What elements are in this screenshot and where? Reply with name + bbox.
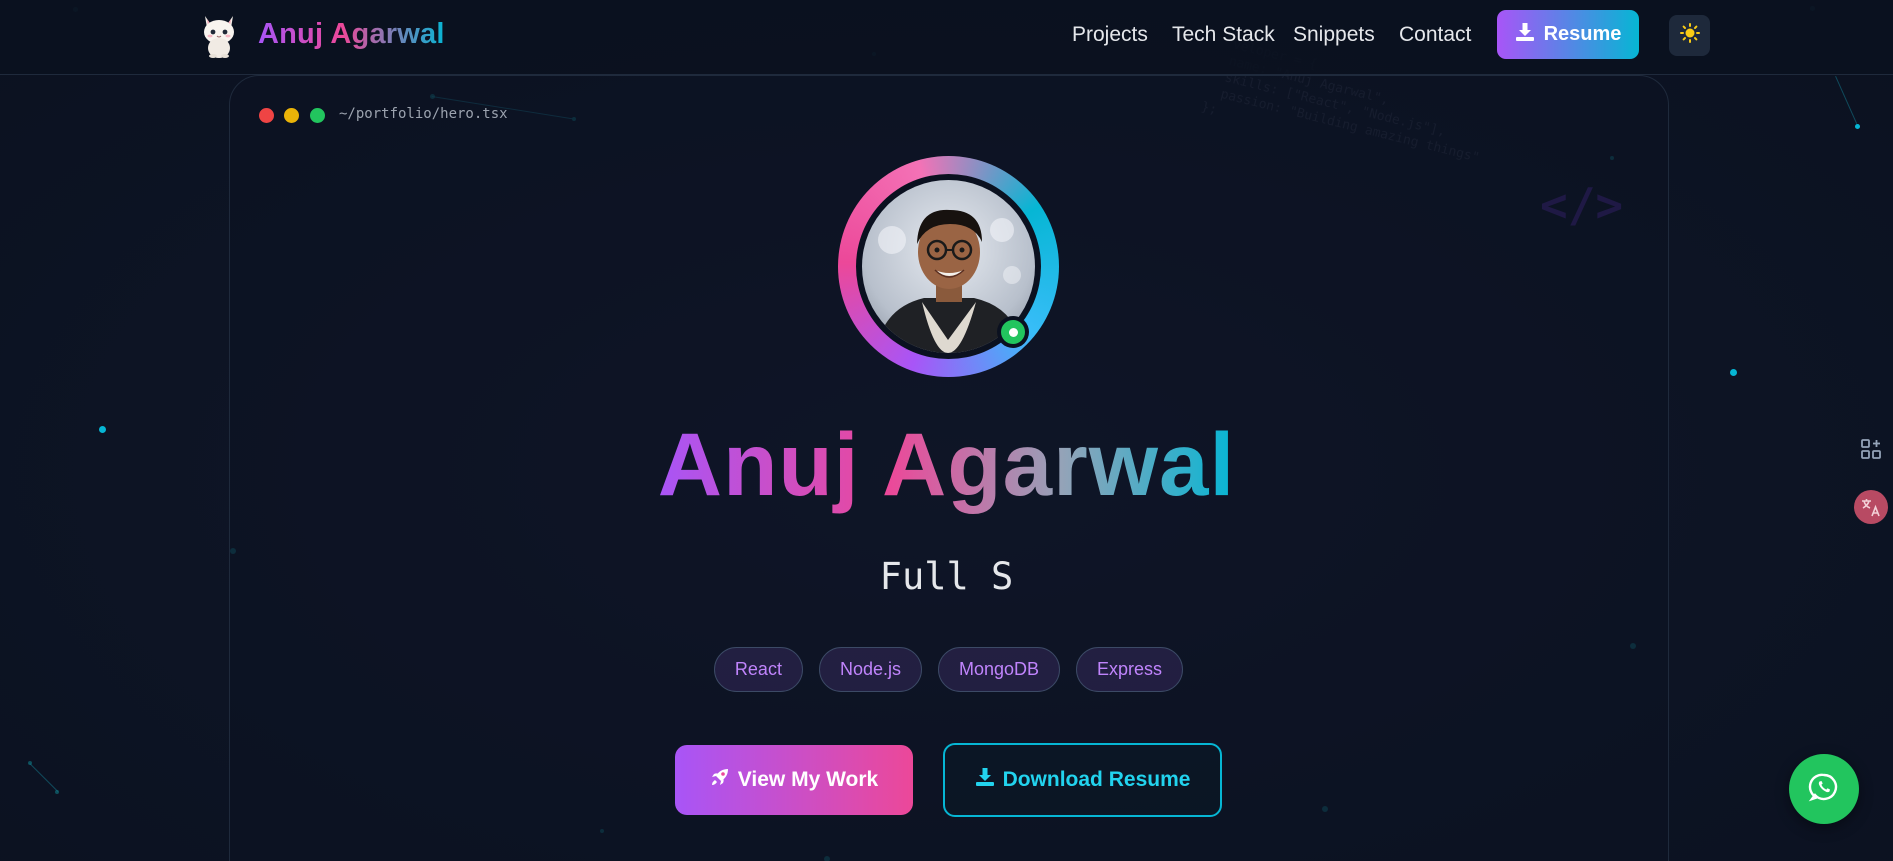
nav-link-snippets[interactable]: Snippets	[1293, 23, 1375, 47]
bg-connector-line	[29, 763, 59, 792]
cat-logo-icon[interactable]	[199, 12, 239, 58]
nav-link-tech-stack[interactable]: Tech Stack	[1172, 23, 1275, 47]
whatsapp-chat-button[interactable]	[1789, 754, 1859, 824]
resume-button[interactable]: Resume	[1497, 10, 1639, 59]
avatar-ring	[838, 156, 1059, 377]
view-my-work-button[interactable]: View My Work	[675, 745, 913, 815]
top-navbar: Anuj Agarwal Projects Tech Stack Snippet…	[0, 0, 1893, 75]
window-close-dot	[259, 108, 274, 123]
bg-particle	[1730, 369, 1737, 376]
download-icon	[975, 767, 995, 793]
bg-particle	[55, 790, 59, 794]
skill-tag-express: Express	[1076, 647, 1184, 692]
sun-icon	[1679, 23, 1700, 48]
grid-plus-icon[interactable]	[1856, 434, 1886, 464]
theme-toggle-button[interactable]	[1669, 15, 1710, 56]
skill-tag-nodejs: Node.js	[818, 647, 922, 692]
skill-tags: React Node.js MongoDB Express	[0, 647, 1893, 692]
download-resume-button[interactable]: Download Resume	[943, 743, 1222, 817]
rocket-icon	[710, 767, 730, 793]
skill-tag-react: React	[713, 647, 803, 692]
file-path: ~/portfolio/hero.tsx	[339, 106, 508, 122]
skill-tag-mongodb: MongoDB	[937, 647, 1061, 692]
bg-particle	[1855, 124, 1860, 129]
download-resume-label: Download Resume	[1002, 768, 1191, 791]
bg-particle	[28, 761, 32, 765]
download-icon	[1515, 22, 1535, 48]
window-maximize-dot	[310, 108, 325, 123]
nav-link-projects[interactable]: Projects	[1072, 23, 1148, 47]
online-status-indicator	[997, 316, 1029, 348]
view-my-work-label: View My Work	[737, 768, 879, 791]
window-minimize-dot	[284, 108, 299, 123]
typing-role-text: Full S	[879, 555, 1014, 598]
nav-link-contact[interactable]: Contact	[1399, 23, 1471, 47]
hero-name: Anuj Agarwal	[657, 414, 1236, 514]
brand-name[interactable]: Anuj Agarwal	[258, 18, 445, 51]
portfolio-page: veloper = { name: "Anuj Agarwal", skills…	[0, 0, 1893, 861]
whatsapp-icon	[1808, 771, 1840, 808]
resume-button-label: Resume	[1543, 23, 1622, 45]
translate-icon[interactable]	[1854, 490, 1888, 524]
bg-connector-line	[1835, 76, 1858, 124]
